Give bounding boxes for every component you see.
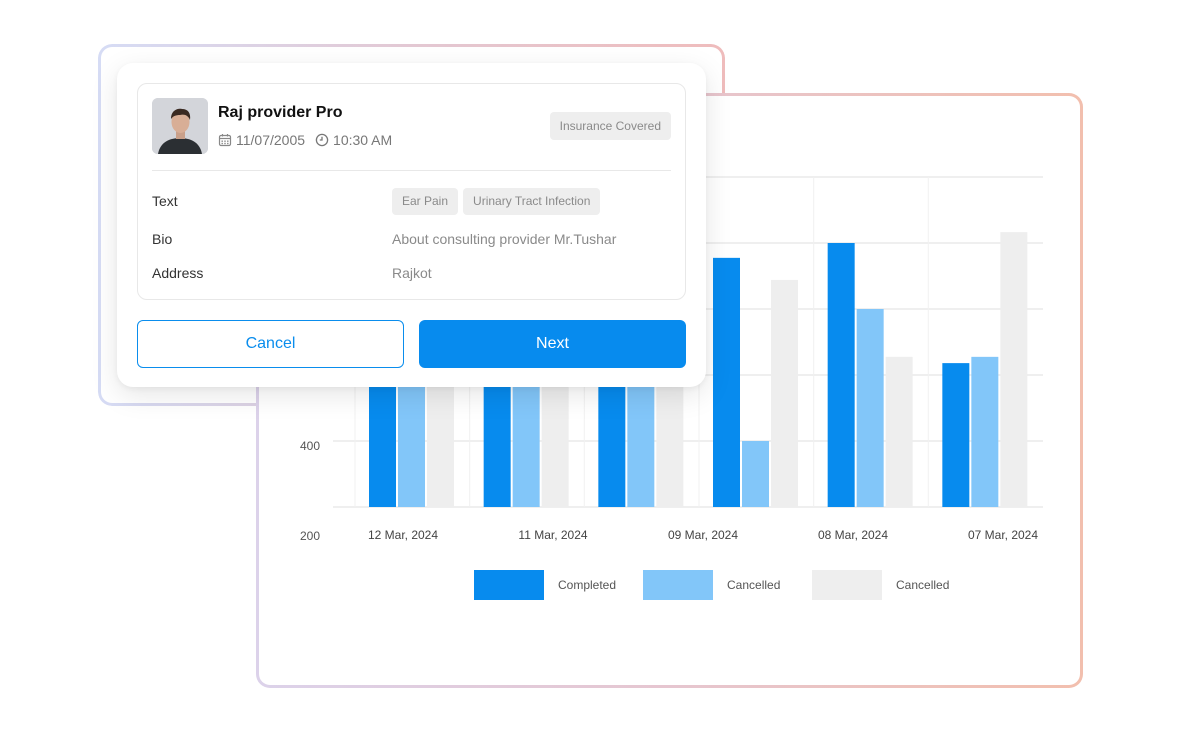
legend-swatch-cancelled-grey [812,570,882,600]
legend-item-cancelled-light: Cancelled [643,570,812,600]
x-tick-label: 11 Mar, 2024 [518,528,587,542]
bar-completed [942,363,970,507]
next-button[interactable]: Next [419,320,686,368]
bar-cancelled-grey [885,356,913,507]
divider [152,170,671,171]
clock-icon [315,133,329,147]
bar-cancelled-light [971,356,999,507]
legend-label: Completed [558,578,617,592]
bar-completed [827,243,855,507]
address-value: Rajkot [392,265,432,281]
x-tick-label: 08 Mar, 2024 [818,528,888,542]
bar-cancelled-light [856,309,884,507]
legend-label: Cancelled [727,578,781,592]
bar-cancelled-grey [771,279,798,507]
provider-name: Raj provider Pro [218,104,343,121]
provider-card: Raj provider Pro 11/07/2005 10:30 AM Ins… [117,63,706,387]
provider-details: Raj provider Pro 11/07/2005 10:30 AM Ins… [137,83,686,300]
insurance-badge: Insurance Covered [549,112,671,140]
tag-uti: Urinary Tract Infection [463,188,601,215]
tag-ear-pain: Ear Pain [392,188,459,215]
legend-label: Cancelled [896,578,950,592]
bio-value: About consulting provider Mr.Tushar [392,231,617,247]
legend-item-completed: Completed [474,570,643,600]
appointment-time: 10:30 AM [333,132,393,148]
bar-cancelled-light [742,441,769,507]
legend-swatch-cancelled-light [643,570,713,600]
avatar [152,98,208,154]
x-tick-label: 07 Mar, 2024 [968,528,1038,542]
legend-item-cancelled-grey: Cancelled [812,570,981,600]
symptom-tags: Ear Pain Urinary Tract Infection [392,188,605,215]
address-label: Address [152,265,204,281]
avatar-photo [152,98,208,154]
y-tick-label: 400 [300,439,320,453]
bar-cancelled-grey [1000,232,1028,508]
chart-legend: Completed Cancelled Cancelled [474,570,981,600]
bio-label: Bio [152,231,173,247]
calendar-icon [218,133,232,147]
cancel-button[interactable]: Cancel [137,320,404,368]
text-label: Text [152,193,178,209]
legend-swatch-completed [474,570,544,600]
x-tick-label: 09 Mar, 2024 [668,528,738,542]
appointment-meta: 11/07/2005 10:30 AM [218,132,392,148]
appointment-date: 11/07/2005 [236,132,306,148]
y-tick-label: 200 [300,529,320,543]
x-tick-label: 12 Mar, 2024 [368,528,438,542]
bar-completed [713,257,740,507]
